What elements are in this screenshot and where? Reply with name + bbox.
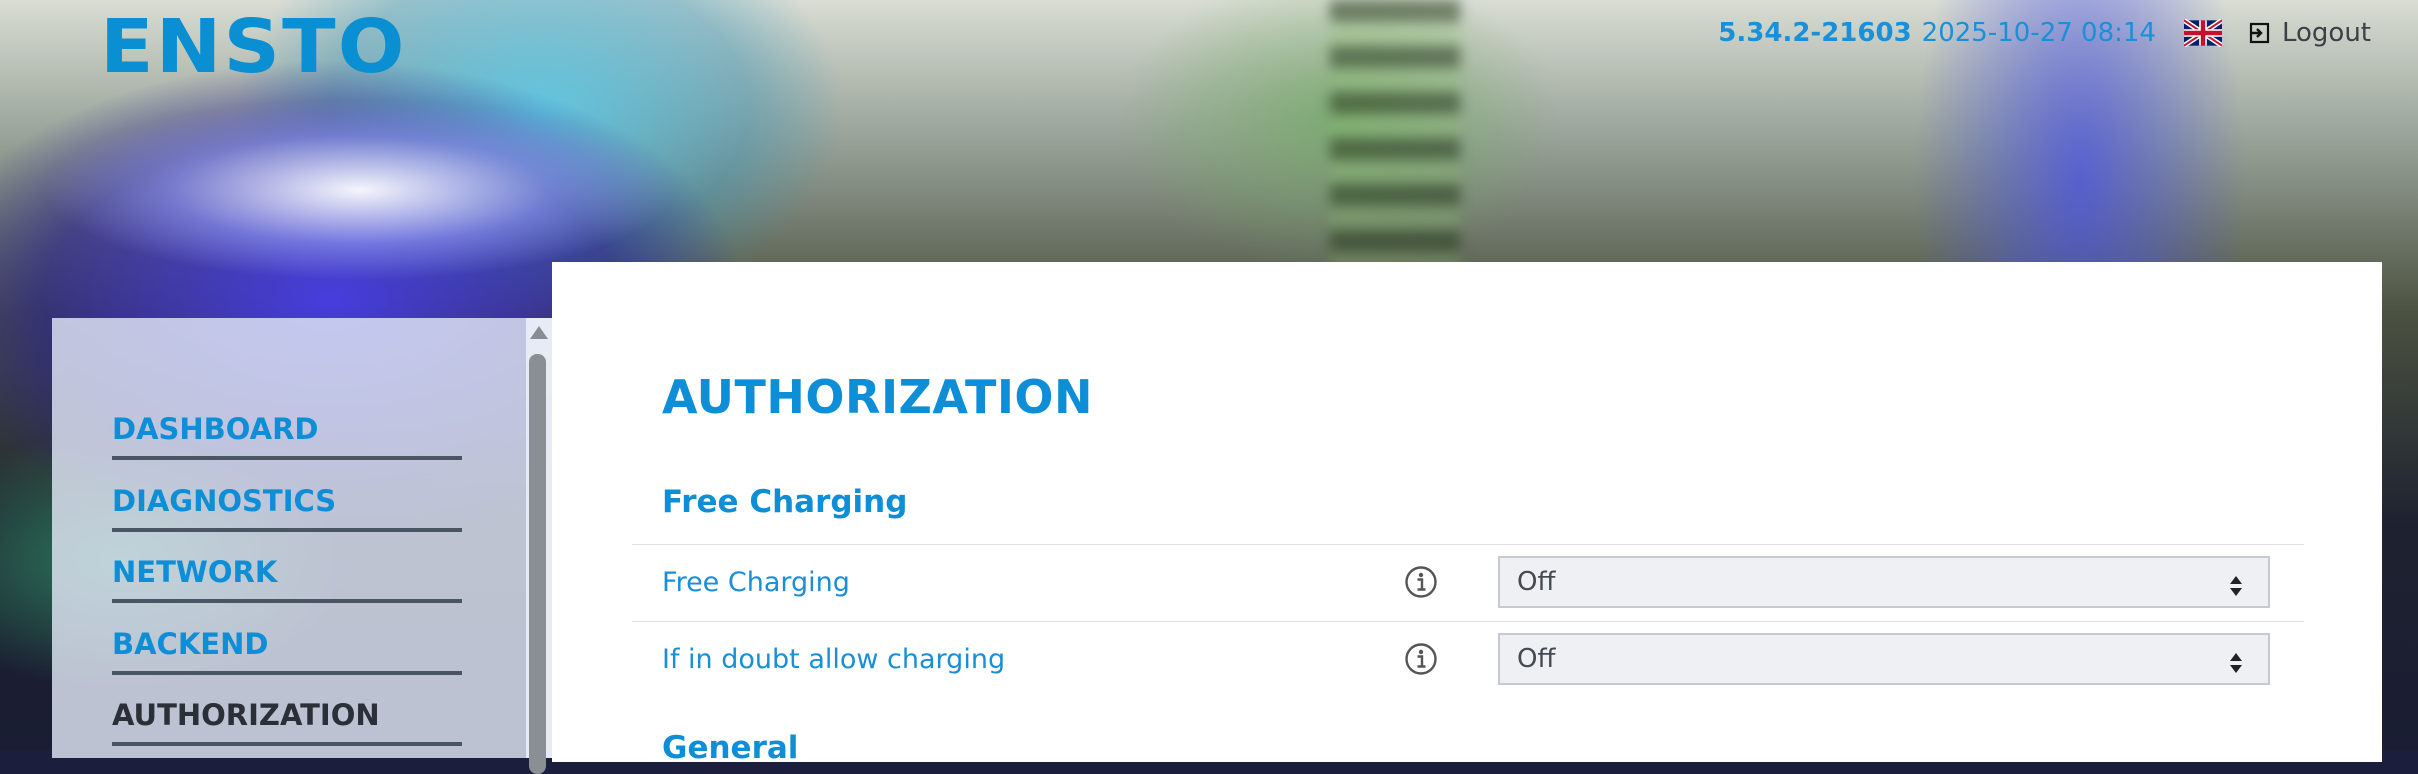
sidebar-nav: DASHBOARD DIAGNOSTICS NETWORK BACKEND AU… <box>112 392 462 750</box>
setting-row-if-in-doubt: If in doubt allow charging Off <box>632 621 2304 699</box>
scroll-up-arrow-icon[interactable] <box>530 326 548 339</box>
select-sort-icon <box>2230 576 2242 596</box>
select-value: Off <box>1517 644 1556 674</box>
page-title: AUTHORIZATION <box>662 370 1094 424</box>
select-sort-icon <box>2230 653 2242 673</box>
ensto-logo: ENSTO <box>100 4 407 90</box>
scrollbar-thumb[interactable] <box>529 354 546 774</box>
setting-label: Free Charging <box>662 567 850 598</box>
logout-icon <box>2249 22 2270 44</box>
select-value: Off <box>1517 567 1556 597</box>
sidebar-item-dashboard[interactable]: DASHBOARD <box>112 392 462 460</box>
setting-row-free-charging: Free Charging Off <box>632 544 2304 622</box>
setting-label: If in doubt allow charging <box>662 644 1006 675</box>
system-datetime: 2025-10-27 08:14 <box>1921 18 2156 48</box>
content-panel: AUTHORIZATION Free Charging Free Chargin… <box>552 262 2382 766</box>
logout-label: Logout <box>2281 18 2371 48</box>
logout-button[interactable]: Logout <box>2248 18 2371 48</box>
info-icon[interactable] <box>1404 565 1438 599</box>
top-bar: 5.34.2-21603 2025-10-27 08:14 Logout <box>1718 18 2371 48</box>
sidebar: DASHBOARD DIAGNOSTICS NETWORK BACKEND AU… <box>52 318 552 758</box>
sidebar-item-authorization[interactable]: AUTHORIZATION <box>112 678 462 746</box>
if-in-doubt-select[interactable]: Off <box>1498 633 2270 685</box>
sidebar-item-backend[interactable]: BACKEND <box>112 607 462 675</box>
section-title-free-charging: Free Charging <box>662 484 908 520</box>
sidebar-item-network[interactable]: NETWORK <box>112 535 462 603</box>
section-title-general: General <box>662 730 799 766</box>
firmware-version: 5.34.2-21603 <box>1718 18 1912 48</box>
uk-flag-icon[interactable] <box>2182 18 2224 48</box>
info-icon[interactable] <box>1404 642 1438 676</box>
sidebar-item-diagnostics[interactable]: DIAGNOSTICS <box>112 464 462 532</box>
sidebar-scrollbar[interactable] <box>526 318 552 774</box>
free-charging-select[interactable]: Off <box>1498 556 2270 608</box>
